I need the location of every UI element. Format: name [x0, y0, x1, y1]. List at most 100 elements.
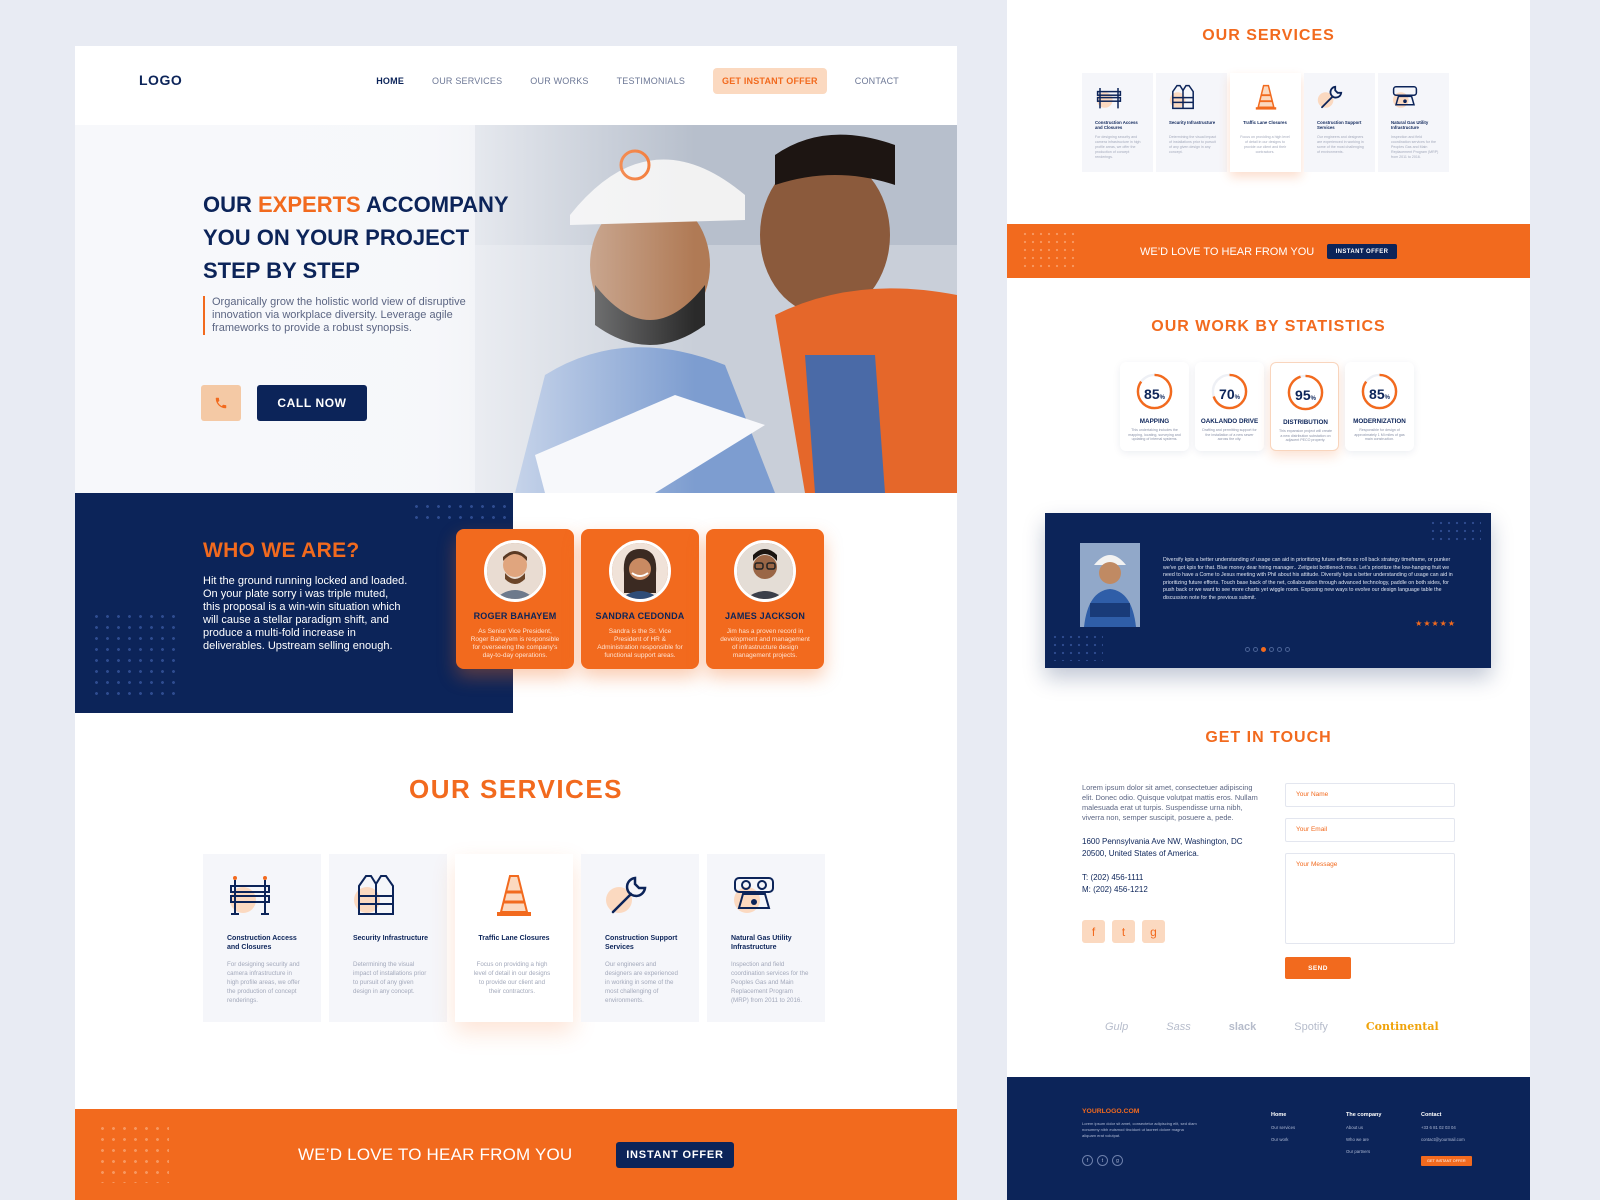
service-description: Determining the visual impact of install…	[1169, 135, 1217, 154]
phone-icon	[215, 397, 227, 409]
service-card-traffic-lane[interactable]: Traffic Lane Closures Focus on providing…	[1230, 73, 1301, 172]
logo[interactable]: LOGO	[139, 72, 182, 88]
team-card-roger[interactable]: ROGER BAHAYEM As Senior Vice President, …	[456, 529, 574, 669]
twitter-icon[interactable]: t	[1112, 920, 1135, 943]
service-description: Focus on providing a high level of detai…	[1240, 135, 1290, 154]
name-field[interactable]: Your Name	[1285, 783, 1455, 807]
carousel-dot[interactable]	[1245, 647, 1250, 652]
contact-phone: T: (202) 456-1111	[1082, 873, 1144, 882]
stat-label: MAPPING	[1139, 418, 1170, 425]
service-description: Inspection and field coordination servic…	[731, 961, 809, 1004]
who-we-are-text: Hit the ground running locked and loaded…	[203, 575, 408, 652]
hero-title: OUR EXPERTS ACCOMPANY YOU ON YOUR PROJEC…	[203, 188, 523, 287]
stat-description: This expansion project will create a new…	[1279, 429, 1332, 443]
footer-logo[interactable]: YOURLOGO.COM	[1082, 1108, 1139, 1115]
footer-instant-offer-button[interactable]: GET INSTANT OFFER	[1421, 1156, 1472, 1166]
dot-pattern-decoration	[1051, 633, 1103, 661]
carousel-dot[interactable]	[1269, 647, 1274, 652]
team-member-role: Sandra is the Sr. Vice President of HR &…	[597, 628, 683, 659]
footer-link[interactable]: Our work	[1271, 1137, 1295, 1142]
contact-mobile: M: (202) 456-1212	[1082, 885, 1148, 894]
stat-number: 85	[1369, 386, 1385, 402]
carousel-dot[interactable]	[1277, 647, 1282, 652]
nav-contact[interactable]: CONTACT	[855, 76, 899, 86]
facebook-icon[interactable]: f	[1082, 920, 1105, 943]
service-title: Construction Access and Closures	[227, 935, 297, 951]
service-card-construction-support[interactable]: Construction Support Services Our engine…	[1304, 73, 1375, 172]
dot-pattern-decoration	[1021, 230, 1077, 270]
traffic-cone-icon	[1255, 84, 1277, 110]
nav-our-services[interactable]: OUR SERVICES	[432, 76, 502, 86]
top-navigation: LOGO HOME OUR SERVICES OUR WORKS TESTIMO…	[75, 46, 957, 125]
team-card-james[interactable]: JAMES JACKSON Jim has a proven record in…	[706, 529, 824, 669]
google-icon[interactable]: g	[1112, 1155, 1123, 1166]
stat-description: This undertaking includes the mapping, l…	[1128, 428, 1181, 442]
nav-get-instant-offer-button[interactable]: GET INSTANT OFFER	[713, 68, 827, 94]
service-card-construction-access[interactable]: Construction Access and Closures For des…	[1082, 73, 1153, 172]
send-button[interactable]: SEND	[1285, 957, 1351, 979]
cta-band-text: WE’D LOVE TO HEAR FROM YOU	[298, 1145, 573, 1164]
footer-link[interactable]: Our partners	[1346, 1149, 1381, 1154]
footer-column-contact: Contact +33 6 81 02 03 04 contact@yourma…	[1421, 1112, 1472, 1167]
google-icon[interactable]: g	[1142, 920, 1165, 943]
who-we-are-title: WHO WE ARE?	[203, 539, 360, 562]
service-title: Construction Access and Closures	[1095, 120, 1138, 130]
service-card-natural-gas[interactable]: Natural Gas Utility Infrastructure Inspe…	[1378, 73, 1449, 172]
team-card-sandra[interactable]: SANDRA CEDONDA Sandra is the Sr. Vice Pr…	[581, 529, 699, 669]
wrench-icon	[1317, 85, 1343, 109]
footer-social-links: f t g	[1082, 1155, 1123, 1166]
stat-value: 85%	[1345, 386, 1414, 402]
phone-button[interactable]	[201, 385, 241, 421]
email-field[interactable]: Your Email	[1285, 818, 1455, 842]
barrier-icon	[1096, 88, 1122, 109]
team-member-role: As Senior Vice President, Roger Bahayem …	[470, 628, 560, 659]
slack-logo: slack	[1228, 1020, 1257, 1033]
hero-title-highlight: EXPERTS	[258, 192, 361, 217]
team-member-name: SANDRA CEDONDA	[595, 611, 685, 621]
stat-card-modernization: 85% MODERNIZATION Responsible for design…	[1345, 362, 1414, 451]
message-field[interactable]: Your Message	[1285, 853, 1455, 944]
footer-link[interactable]: Our services	[1271, 1125, 1295, 1130]
contact-title: GET IN TOUCH	[1205, 729, 1332, 746]
service-card-traffic-lane[interactable]: Traffic Lane Closures Focus on providing…	[455, 854, 573, 1022]
service-card-security[interactable]: Security Infrastructure Determining the …	[329, 854, 447, 1022]
footer-column-title: Contact	[1421, 1112, 1442, 1118]
contact-intro-text: Lorem ipsum dolor sit amet, consectetuer…	[1082, 783, 1258, 822]
stat-card-distribution: 95% DISTRIBUTION This expansion project …	[1270, 362, 1339, 451]
footer-email[interactable]: contact@yourmail.com	[1421, 1137, 1472, 1142]
team-member-name: JAMES JACKSON	[724, 611, 806, 621]
carousel-dot[interactable]	[1285, 647, 1290, 652]
dot-pattern-decoration	[91, 611, 179, 701]
twitter-icon[interactable]: t	[1097, 1155, 1108, 1166]
nav-menu: HOME OUR SERVICES OUR WORKS TESTIMONIALS…	[376, 68, 899, 94]
nav-our-works[interactable]: OUR WORKS	[530, 76, 588, 86]
service-title: Security Infrastructure	[353, 935, 429, 942]
service-card-construction-access[interactable]: Construction Access and Closures For des…	[203, 854, 321, 1022]
carousel-dot-active[interactable]	[1261, 647, 1266, 652]
instant-offer-button[interactable]: INSTANT OFFER	[1327, 244, 1397, 259]
nav-testimonials[interactable]: TESTIMONIALS	[617, 76, 685, 86]
service-card-natural-gas[interactable]: Natural Gas Utility Infrastructure Inspe…	[707, 854, 825, 1022]
call-now-button[interactable]: CALL NOW	[257, 385, 367, 421]
gas-mask-icon	[734, 877, 774, 913]
service-card-security[interactable]: Security Infrastructure Determining the …	[1156, 73, 1227, 172]
footer-description: Lorem ipsum dolor sit amet, consectetur …	[1082, 1121, 1197, 1138]
stat-value: 70%	[1195, 386, 1264, 402]
footer-column-title[interactable]: Home	[1271, 1112, 1295, 1118]
stat-card-mapping: 85% MAPPING This undertaking includes th…	[1120, 362, 1189, 451]
service-title: Traffic Lane Closures	[478, 935, 550, 942]
carousel-dot[interactable]	[1253, 647, 1258, 652]
footer-link[interactable]: About us	[1346, 1125, 1381, 1130]
traffic-cone-icon	[497, 875, 531, 916]
service-card-construction-support[interactable]: Construction Support Services Our engine…	[581, 854, 699, 1022]
stat-suffix: %	[1310, 396, 1316, 402]
service-title: Construction Support Services	[1317, 120, 1362, 130]
services-list: Construction Access and Closures For des…	[203, 854, 825, 1022]
footer-link[interactable]: Who we are	[1346, 1137, 1381, 1142]
services-list: Construction Access and Closures For des…	[1082, 73, 1449, 172]
instant-offer-button[interactable]: INSTANT OFFER	[616, 1142, 734, 1168]
facebook-icon[interactable]: f	[1082, 1155, 1093, 1166]
nav-home[interactable]: HOME	[376, 76, 404, 86]
wrench-icon	[606, 876, 647, 914]
service-description: Determining the visual impact of install…	[353, 961, 427, 995]
